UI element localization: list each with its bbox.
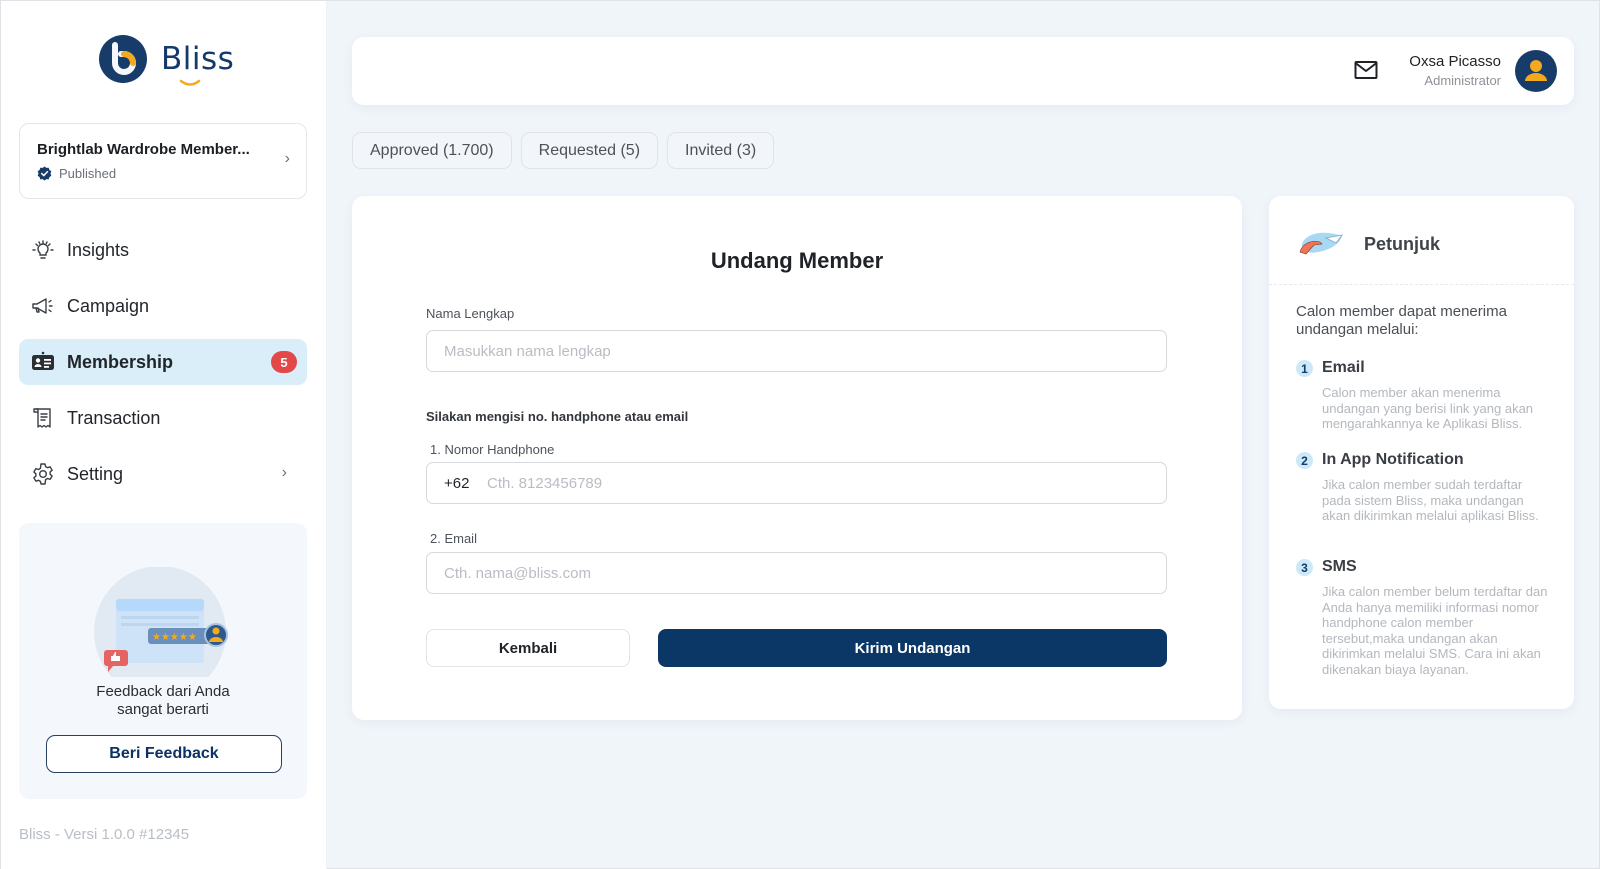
tab-invited[interactable]: Invited (3) [667,132,775,169]
guide-item-description: Jika calon member sudah terdaftar pada s… [1322,477,1539,523]
megaphone-icon [31,294,55,318]
user-role: Administrator [1424,73,1501,88]
logo-smile-icon [179,79,201,86]
tab-requested[interactable]: Requested (5) [520,132,659,169]
back-button[interactable]: Kembali [426,629,630,667]
full-name-label: Nama Lengkap [426,306,515,321]
member-status-tabs: Approved (1.700) Requested (5) Invited (… [352,132,775,169]
guide-intro: Calon member dapat menerima undangan mel… [1296,303,1507,338]
program-title: Brightlab Wardrobe Member... [37,141,250,158]
feedback-illustration: ★★★★★ [94,567,228,677]
logo[interactable]: Bliss [99,35,234,86]
guide-item-title: In App Notification [1322,451,1464,468]
sidebar-item-label: Transaction [67,407,161,428]
guide-divider [1269,284,1574,285]
top-bar: Oxsa Picasso Administrator [352,37,1574,105]
email-label: 2. Email [430,531,477,546]
invite-member-form: Undang Member Nama Lengkap Silakan mengi… [352,196,1242,720]
sidebar-item-campaign[interactable]: Campaign [19,283,307,329]
avatar[interactable] [1515,50,1557,92]
guide-item-description: Calon member akan menerima undangan yang… [1322,385,1534,431]
sidebar-item-setting[interactable]: Setting › [19,451,307,497]
logo-text: Bliss [161,41,234,86]
chevron-right-icon: › [284,150,290,167]
sidebar-item-transaction[interactable]: Transaction [19,395,307,441]
step-number: 2 [1296,452,1313,469]
bliss-logo-icon [99,35,147,83]
program-status-text: Published [59,166,117,181]
sidebar-item-label: Insights [67,239,130,260]
sidebar-item-membership[interactable]: Membership 5 [19,339,307,385]
app-window: Bliss Brightlab Wardrobe Member... Publi… [0,0,1600,869]
mail-icon[interactable] [1354,60,1378,80]
feedback-message-line1: Feedback dari Anda [96,683,230,700]
guide-title: Petunjuk [1364,234,1441,254]
lightbulb-icon [31,238,55,262]
guide-item-title: Email [1322,359,1365,376]
give-feedback-button[interactable]: Beri Feedback [46,735,282,773]
email-input[interactable] [426,552,1167,594]
guide-item-title: SMS [1322,558,1357,575]
feedback-card: ★★★★★ Feedback dari Anda sangat berarti … [19,523,307,799]
send-invitation-button[interactable]: Kirim Undangan [658,629,1167,667]
full-name-input[interactable] [426,330,1167,372]
form-title: Undang Member [710,248,884,273]
user-name: Oxsa Picasso [1409,53,1501,70]
program-status: Published [37,166,116,181]
gear-icon [31,462,55,486]
phone-input[interactable] [487,463,1166,503]
chevron-right-icon: › [281,464,287,481]
guide-illustration [1299,232,1343,255]
feedback-message: Feedback dari Anda sangat berarti [19,683,307,719]
phone-country-code: +62 [444,474,470,492]
phone-field: +62 [426,462,1167,504]
sidebar-nav: Insights Campaign Membership 5 Transacti… [19,227,307,507]
receipt-icon [31,406,55,430]
step-number: 1 [1296,360,1313,377]
svg-text:★★★★★: ★★★★★ [152,632,197,643]
step-number: 3 [1296,559,1313,576]
sidebar-item-label: Setting [67,463,124,484]
guide-panel: Petunjuk Calon member dapat menerima und… [1269,196,1574,709]
app-version: Bliss - Versi 1.0.0 #12345 [19,826,190,843]
verified-badge-icon [37,166,52,181]
sidebar-item-label: Campaign [67,295,150,316]
guide-item-description: Jika calon member belum terdaftar dan An… [1322,584,1548,677]
notification-badge: 5 [271,351,297,373]
phone-label: 1. Nomor Handphone [430,442,555,457]
sidebar-item-label: Membership [67,351,174,372]
sidebar: Bliss Brightlab Wardrobe Member... Publi… [1,1,327,869]
contact-instruction: Silakan mengisi no. handphone atau email [426,409,689,424]
id-card-icon [31,350,55,374]
program-selector[interactable]: Brightlab Wardrobe Member... Published › [19,123,307,199]
sidebar-item-insights[interactable]: Insights [19,227,307,273]
feedback-message-line2: sangat berarti [117,701,209,718]
tab-approved[interactable]: Approved (1.700) [352,132,512,169]
user-icon [1525,60,1547,81]
